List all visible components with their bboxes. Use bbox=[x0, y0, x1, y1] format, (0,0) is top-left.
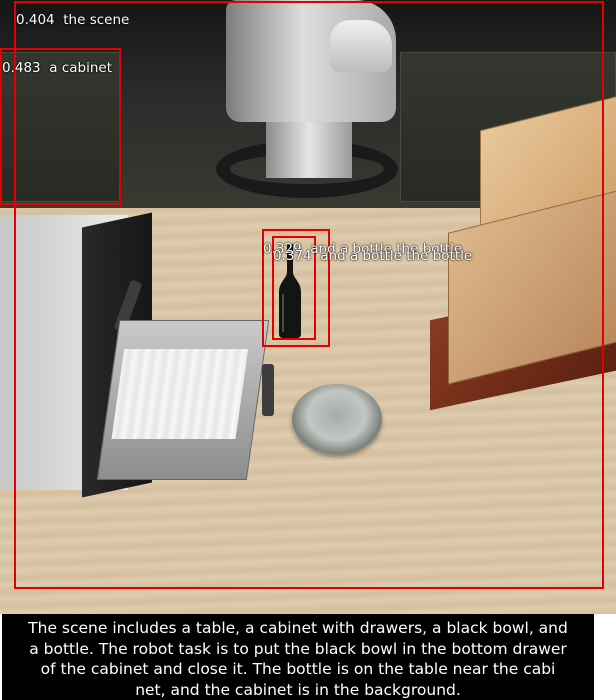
caption-line: a bottle. The robot task is to put the b… bbox=[29, 639, 567, 658]
bbox-label-text: the scene bbox=[63, 12, 130, 28]
bbox-score: 0.374 bbox=[273, 248, 312, 264]
bbox-score: 0.483 bbox=[2, 60, 41, 76]
bbox-label-text: a cabinet bbox=[49, 60, 112, 76]
bbox-label-text: and a bottle the bottle bbox=[320, 248, 473, 264]
bbox-label-bottle-inner: 0.374 and a bottle the bottle bbox=[273, 248, 472, 264]
caption-panel: The scene includes a table, a cabinet wi… bbox=[2, 614, 594, 700]
scene-image: 0.404 the scene 0.483 a cabinet 0.329 an… bbox=[0, 0, 616, 614]
caption-line: net, and the cabinet is in the backgroun… bbox=[135, 680, 461, 699]
bbox-score: 0.404 bbox=[16, 12, 55, 28]
caption-line: The scene includes a table, a cabinet wi… bbox=[28, 619, 568, 637]
caption-line: of the cabinet and close it. The bottle … bbox=[40, 660, 556, 678]
bbox-label-scene: 0.404 the scene bbox=[16, 12, 129, 28]
bbox-label-cabinet: 0.483 a cabinet bbox=[2, 60, 112, 76]
